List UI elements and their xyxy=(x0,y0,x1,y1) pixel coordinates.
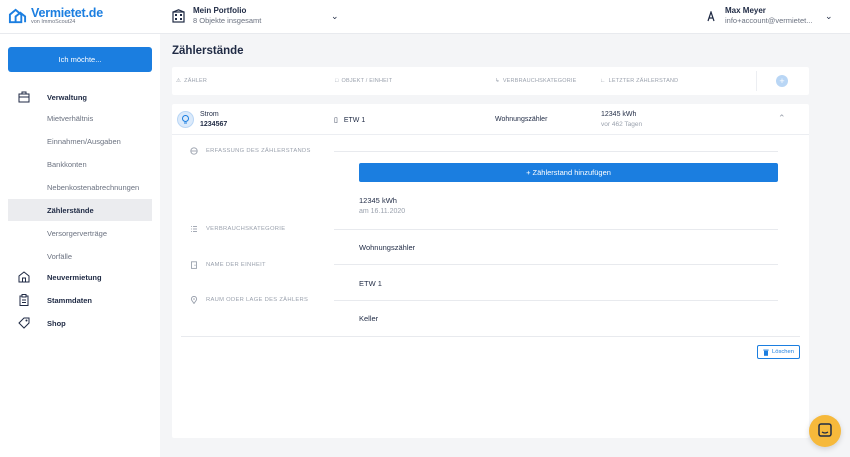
table-header: ⚠ ZÄHLER □ OBJEKT / EINHEIT ↳ VERBRAUCHS… xyxy=(172,67,809,95)
reading-value: 12345 kWh xyxy=(359,196,397,205)
page-title: Zählerstände xyxy=(172,45,244,57)
building-icon xyxy=(18,91,30,103)
divider xyxy=(334,300,778,301)
sidebar-section-verwaltung[interactable]: Verwaltung xyxy=(0,88,160,106)
meter-detail-card: Strom 1234567 ▯ ETW 1 Wohnungszähler 123… xyxy=(172,104,809,438)
building-icon: □ xyxy=(335,78,339,84)
brand-name: Vermietet.de xyxy=(31,5,103,20)
chart-icon: ∟ xyxy=(600,78,606,84)
house-icon xyxy=(18,271,30,283)
meter-icon: ⚠ xyxy=(176,78,182,84)
chevron-down-icon[interactable]: ⌄ xyxy=(331,11,339,22)
section-label-kategorie: VERBRAUCHSKATEGORIE xyxy=(190,225,285,233)
location-pin-icon xyxy=(190,296,198,304)
top-bar: Vermietet.de von ImmoScout24 Mein Portfo… xyxy=(0,0,850,34)
category-value: Wohnungszähler xyxy=(359,243,416,252)
column-header-objekt[interactable]: □ OBJEKT / EINHEIT xyxy=(335,78,392,84)
sidebar-section-stammdaten[interactable]: Stammdaten xyxy=(0,291,160,309)
section-label-einheit: NAME DER EINHEIT xyxy=(190,261,266,269)
column-header-zaehler[interactable]: ⚠ ZÄHLER xyxy=(176,78,207,84)
clipboard-icon xyxy=(19,294,29,306)
tag-icon xyxy=(18,317,30,329)
door-icon xyxy=(191,261,197,269)
sidebar-item-einnahmen-ausgaben[interactable]: Einnahmen/Ausgaben xyxy=(8,130,152,152)
unit-value: ETW 1 xyxy=(359,279,382,288)
column-header-letzter-zaehlerstand[interactable]: ∟ LETZTER ZÄHLERSTAND xyxy=(600,78,678,84)
table-row[interactable]: Strom 1234567 ▯ ETW 1 Wohnungszähler 123… xyxy=(172,104,809,135)
section-label-raum: RAUM ODER LAGE DES ZÄHLERS xyxy=(190,296,308,304)
sidebar-section-label: Neuvermietung xyxy=(47,272,102,282)
trash-icon xyxy=(763,349,769,356)
divider xyxy=(334,151,778,152)
chat-button[interactable] xyxy=(809,415,841,447)
section-label-erfassung: ERFASSUNG DES ZÄHLERSTANDS xyxy=(190,147,311,155)
location-value: Keller xyxy=(359,314,379,323)
chat-icon xyxy=(818,423,832,437)
last-reading-value: 12345 kWh xyxy=(601,111,637,118)
sidebar-section-label: Shop xyxy=(47,318,66,328)
divider xyxy=(334,264,778,265)
delete-button[interactable]: Löschen xyxy=(757,345,800,359)
sidebar-section-label: Stammdaten xyxy=(47,295,93,305)
divider xyxy=(756,71,757,91)
sidebar-item-nebenkostenabrechnungen[interactable]: Nebenkostenabrechnungen xyxy=(8,176,152,198)
chevron-up-icon[interactable]: ⌃ xyxy=(778,113,786,124)
sidebar-item-bankkonten[interactable]: Bankkonten xyxy=(8,153,152,175)
sidebar-item-zaehlerstaende[interactable]: Zählerstände xyxy=(8,199,152,221)
lightbulb-icon xyxy=(177,111,194,128)
column-header-kategorie[interactable]: ↳ VERBRAUCHSKATEGORIE xyxy=(495,78,577,84)
add-reading-button[interactable]: + Zählerstand hinzufügen xyxy=(359,163,778,182)
sidebar-item-vorfaelle[interactable]: Vorfälle xyxy=(8,245,152,267)
divider xyxy=(334,229,778,230)
user-menu[interactable]: Max Meyer info+account@vermietet... xyxy=(706,6,812,26)
last-reading-age: vor 462 Tagen xyxy=(601,121,643,128)
gauge-icon xyxy=(190,147,198,155)
sidebar-section-label: Verwaltung xyxy=(47,92,88,102)
category-cell: Wohnungszähler xyxy=(495,116,548,123)
add-meter-button[interactable]: + xyxy=(776,75,788,87)
unit-cell: ▯ ETW 1 xyxy=(334,116,366,125)
brand-logo[interactable]: Vermietet.de von ImmoScout24 xyxy=(8,5,103,26)
meter-type: Strom xyxy=(200,111,219,118)
portfolio-selector[interactable]: Mein Portfolio 8 Objekte insgesamt xyxy=(172,6,261,26)
sidebar-section-neuvermietung[interactable]: Neuvermietung xyxy=(0,268,160,286)
divider xyxy=(181,336,800,337)
brand-subline: von ImmoScout24 xyxy=(31,18,76,25)
meter-number: 1234567 xyxy=(200,121,228,128)
portfolio-title: Mein Portfolio xyxy=(193,6,247,15)
user-name: Max Meyer xyxy=(725,6,766,15)
sidebar-item-versorgervertraege[interactable]: Versorgerverträge xyxy=(8,222,152,244)
reading-date: am 16.11.2020 xyxy=(359,208,406,215)
sidebar: Ich möchte... Verwaltung Mietverhältnis … xyxy=(0,34,160,457)
list-icon xyxy=(191,226,197,232)
sidebar-section-shop[interactable]: Shop xyxy=(0,314,160,332)
sidebar-item-mietverhaeltnis[interactable]: Mietverhältnis xyxy=(8,107,152,129)
door-icon: ▯ xyxy=(334,117,338,124)
user-icon xyxy=(707,10,715,21)
ich-moechte-button[interactable]: Ich möchte... xyxy=(8,47,152,72)
logo-mark-icon xyxy=(8,8,27,24)
chevron-down-icon[interactable]: ⌄ xyxy=(825,11,833,22)
category-icon: ↳ xyxy=(495,78,500,84)
user-email: info+account@vermietet... xyxy=(725,16,813,25)
building-icon xyxy=(172,9,185,23)
portfolio-subtitle: 8 Objekte insgesamt xyxy=(193,16,262,25)
